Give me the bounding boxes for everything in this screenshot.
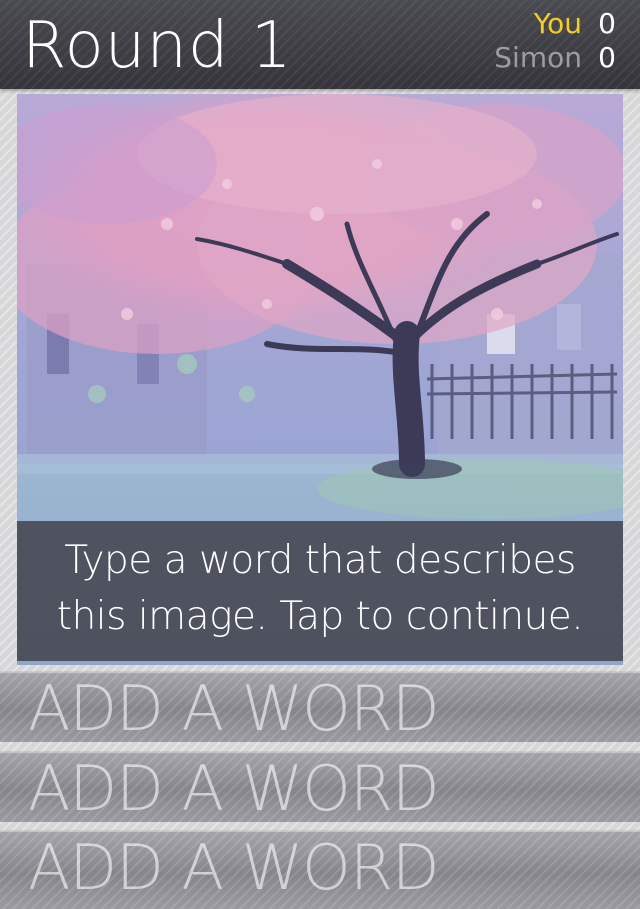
round-title: Round 1 bbox=[22, 9, 293, 83]
score-row-opponent: Simon 0 bbox=[416, 42, 616, 76]
word-slot-1[interactable]: ADD A WORD bbox=[0, 672, 640, 742]
scoreboard: You 0 Simon 0 bbox=[416, 8, 616, 76]
puzzle-image-card[interactable]: Type a word that describes this image. T… bbox=[17, 94, 623, 665]
instruction-line-1: Type a word that describes bbox=[64, 538, 576, 583]
word-slot-2[interactable]: ADD A WORD bbox=[0, 752, 640, 822]
word-slot-3-placeholder: ADD A WORD bbox=[28, 831, 440, 904]
word-slot-1-placeholder: ADD A WORD bbox=[28, 672, 440, 743]
player-score-you: 0 bbox=[598, 7, 616, 40]
score-row-you: You 0 bbox=[416, 8, 616, 42]
word-slot-3[interactable]: ADD A WORD bbox=[0, 831, 640, 909]
top-bar: Round 1 You 0 Simon 0 bbox=[0, 0, 640, 89]
player-name-you: You bbox=[533, 7, 582, 40]
instruction-caption[interactable]: Type a word that describes this image. T… bbox=[17, 521, 623, 661]
player-score-opponent: 0 bbox=[598, 41, 616, 74]
word-slot-2-placeholder: ADD A WORD bbox=[28, 752, 440, 823]
instruction-line-2: this image. Tap to continue. bbox=[56, 594, 584, 639]
player-name-opponent: Simon bbox=[494, 41, 582, 74]
